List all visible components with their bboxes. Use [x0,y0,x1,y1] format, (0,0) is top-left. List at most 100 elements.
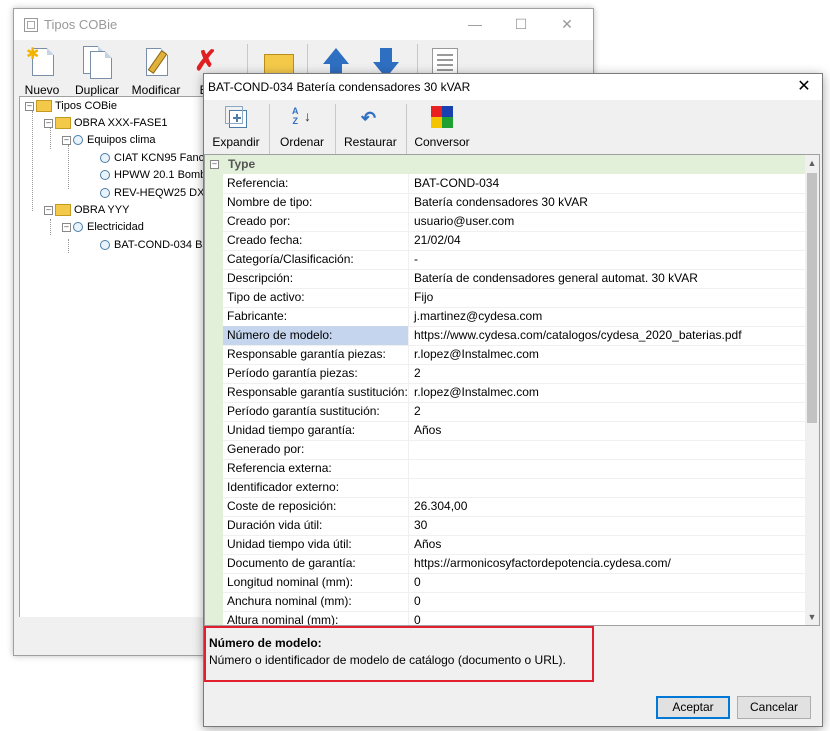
property-name: Unidad tiempo vida útil: [223,535,409,554]
property-name: Identificador externo: [223,478,409,497]
property-value[interactable]: Batería condensadores 30 kVAR [414,193,588,212]
properties-dialog: BAT-COND-034 Batería condensadores 30 kV… [203,73,823,727]
property-row[interactable]: Período garantía sustitución: 2 [223,402,805,422]
color-grid-icon [429,106,455,132]
property-row[interactable]: Altura nominal (mm): 0 [223,611,805,625]
property-row[interactable]: Descripción: Batería de condensadores gen… [223,269,805,289]
undo-icon: ↶ [361,108,377,128]
property-name: Longitud nominal (mm): [223,573,409,592]
property-value[interactable]: j.martinez@cydesa.com [414,307,542,326]
tree-node-obra1[interactable]: – OBRA XXX-FASE1 [44,115,168,131]
tree-node-item3[interactable]: REV-HEQW25 DX [100,185,204,201]
property-value[interactable]: 26.304,00 [414,497,467,516]
property-value[interactable]: 30 [414,516,427,535]
property-row[interactable]: Creado fecha: 21/02/04 [223,231,805,251]
property-value[interactable]: r.lopez@Instalmec.com [414,383,539,402]
accept-button[interactable]: Aceptar [656,696,730,719]
property-row[interactable]: Responsable garantía piezas: r.lopez@Inst… [223,345,805,365]
property-name: Número de modelo: [223,326,409,345]
sort-button[interactable]: AZ ↓ Ordenar [278,100,326,158]
property-row[interactable]: Referencia externa: [223,459,805,479]
property-value[interactable]: https://www.cydesa.com/catalogos/cydesa_… [414,326,742,345]
property-row[interactable]: Duración vida útil: 30 [223,516,805,536]
property-row[interactable]: Número de modelo: https://www.cydesa.com/… [223,326,805,346]
property-row[interactable]: Coste de reposición: 26.304,00 [223,497,805,517]
grid-margin [205,174,223,625]
property-row[interactable]: Categoría/Clasificación: - [223,250,805,270]
property-row[interactable]: Creado por: usuario@user.com [223,212,805,232]
property-value[interactable]: 21/02/04 [414,231,461,250]
property-value[interactable]: 0 [414,611,421,625]
property-name: Anchura nominal (mm): [223,592,409,611]
tree-node-item1[interactable]: CIAT KCN95 Fanco [100,150,208,166]
property-value[interactable]: 2 [414,402,421,421]
tree-node-item4[interactable]: BAT-COND-034 Ba [100,237,208,253]
property-row[interactable]: Documento de garantía: https://armonicosy… [223,554,805,574]
minimize-icon[interactable]: — [452,9,498,40]
bg-titlebar[interactable]: Tipos COBie — ☐ ✕ [14,9,593,40]
category-header[interactable]: – Type [205,155,805,174]
property-grid[interactable]: – Type Referencia: BAT-COND-034 Nombre de … [204,154,820,626]
property-value[interactable]: r.lopez@Instalmec.com [414,345,539,364]
dialog-close-icon[interactable]: ✕ [786,74,822,100]
property-row[interactable]: Longitud nominal (mm): 0 [223,573,805,593]
tree-node-electricidad[interactable]: – Electricidad [62,219,144,235]
property-value[interactable]: 2 [414,364,421,383]
new-button[interactable]: ✱ Nuevo [22,40,62,98]
property-value[interactable]: Años [414,421,441,440]
toolbar-separator [269,104,270,154]
dialog-titlebar[interactable]: BAT-COND-034 Batería condensadores 30 kV… [204,74,822,100]
new-document-icon: ✱ [26,46,58,80]
maximize-icon[interactable]: ☐ [498,9,544,40]
property-value[interactable]: - [414,250,418,269]
circle-node-icon [100,240,110,251]
property-row[interactable]: Unidad tiempo vida útil: Años [223,535,805,555]
property-name: Referencia: [223,174,409,193]
property-name: Período garantía sustitución: [223,402,409,421]
property-row[interactable]: Tipo de activo: Fijo [223,288,805,308]
scroll-thumb[interactable] [807,173,817,423]
tree-node-obra2[interactable]: – OBRA YYY [44,202,129,218]
property-name: Altura nominal (mm): [223,611,409,625]
property-name: Unidad tiempo garantía: [223,421,409,440]
property-row[interactable]: Anchura nominal (mm): 0 [223,592,805,612]
property-value[interactable]: https://armonicosyfactordepotencia.cydes… [414,554,671,573]
circle-node-icon [73,222,83,233]
property-value[interactable]: usuario@user.com [414,212,514,231]
property-name: Documento de garantía: [223,554,409,573]
property-value[interactable]: Fijo [414,288,433,307]
scroll-up-icon[interactable]: ▲ [805,155,819,171]
property-value[interactable]: Batería de condensadores general automat… [414,269,698,288]
property-value[interactable]: 0 [414,573,421,592]
category-label: Type [228,157,256,171]
restore-button[interactable]: ↶ Restaurar [344,100,397,158]
close-icon[interactable]: ✕ [544,9,590,40]
property-row[interactable]: Nombre de tipo: Batería condensadores 30 … [223,193,805,213]
property-name: Referencia externa: [223,459,409,478]
expand-button[interactable]: Expandir [212,100,260,158]
tree-node-item2[interactable]: HPWW 20.1 Bomb [100,167,206,183]
property-row[interactable]: Período garantía piezas: 2 [223,364,805,384]
property-name: Descripción: [223,269,409,288]
property-value[interactable]: 0 [414,592,421,611]
circle-node-icon [100,153,110,164]
collapse-icon[interactable]: – [210,160,219,169]
vertical-scrollbar[interactable]: ▲ ▼ [805,155,819,625]
property-row[interactable]: Fabricante: j.martinez@cydesa.com [223,307,805,327]
converter-button[interactable]: Conversor [414,100,470,158]
folder-icon [36,100,52,113]
property-value[interactable]: BAT-COND-034 [414,174,499,193]
tree-node-root[interactable]: – Tipos COBie [25,98,117,114]
modify-button[interactable]: Modificar [130,40,182,98]
duplicate-button[interactable]: Duplicar [72,40,122,98]
property-row[interactable]: Generado por: [223,440,805,460]
property-row[interactable]: Referencia: BAT-COND-034 [223,174,805,194]
cobie-tree[interactable]: – Tipos COBie – OBRA XXX-FASE1 – Equipos cl… [19,96,209,618]
cancel-button[interactable]: Cancelar [737,696,811,719]
property-row[interactable]: Responsable garantía sustitución: r.lopez… [223,383,805,403]
property-value[interactable]: Años [414,535,441,554]
scroll-down-icon[interactable]: ▼ [805,609,819,625]
property-row[interactable]: Identificador externo: [223,478,805,498]
tree-node-equipos[interactable]: – Equipos clima [62,132,155,148]
property-row[interactable]: Unidad tiempo garantía: Años [223,421,805,441]
